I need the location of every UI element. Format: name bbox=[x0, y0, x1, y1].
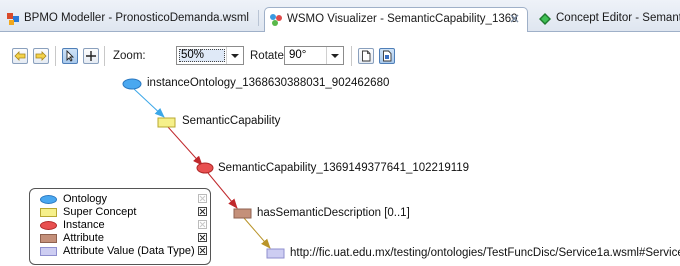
legend-label: Ontology bbox=[63, 193, 108, 205]
ontology-node-label[interactable]: instanceOntology_1368630388031_902462680 bbox=[147, 77, 389, 89]
super-concept-node-label[interactable]: SemanticCapability bbox=[182, 115, 280, 127]
attribute-node-label[interactable]: hasSemanticDescription [0..1] bbox=[257, 207, 410, 219]
legend-label: Attribute bbox=[63, 232, 104, 244]
checkmark-icon bbox=[199, 247, 206, 254]
legend-item: Ontology bbox=[40, 193, 208, 205]
unchecked-icon bbox=[199, 221, 206, 228]
checkmark-icon bbox=[199, 234, 206, 241]
ontology-node[interactable] bbox=[122, 78, 142, 90]
instance-node[interactable] bbox=[196, 162, 214, 174]
legend-swatch bbox=[40, 234, 57, 243]
legend-label: Instance bbox=[63, 219, 105, 231]
edge-attribute-to-value bbox=[243, 217, 271, 249]
wsmo-visualizer-window: BPMO Modeller - PronosticoDemanda.wsml W… bbox=[0, 0, 680, 266]
attribute-node[interactable] bbox=[233, 208, 252, 219]
legend-visibility-checkbox[interactable] bbox=[198, 233, 207, 242]
legend-swatch bbox=[40, 195, 57, 204]
legend-panel: Ontology Super Concept Instance Attribute At… bbox=[29, 188, 211, 265]
legend-visibility-checkbox[interactable] bbox=[198, 194, 207, 203]
legend-swatch bbox=[40, 221, 57, 230]
super-concept-node[interactable] bbox=[157, 117, 176, 128]
checkmark-icon bbox=[199, 208, 206, 215]
legend-swatch bbox=[40, 208, 57, 217]
legend-visibility-checkbox[interactable] bbox=[198, 207, 207, 216]
legend-item: Super Concept bbox=[40, 206, 208, 218]
legend-label: Attribute Value (Data Type) bbox=[63, 245, 195, 257]
legend-visibility-checkbox[interactable] bbox=[198, 246, 207, 255]
attribute-value-node[interactable] bbox=[266, 248, 285, 259]
legend-item: Attribute bbox=[40, 232, 208, 244]
legend-swatch bbox=[40, 247, 57, 256]
edge-instance-to-attribute bbox=[207, 172, 238, 209]
instance-node-label[interactable]: SemanticCapability_1369149377641_1022191… bbox=[218, 162, 469, 174]
legend-item: Attribute Value (Data Type) bbox=[40, 245, 208, 257]
unchecked-icon bbox=[199, 195, 206, 202]
legend-item: Instance bbox=[40, 219, 208, 231]
legend-visibility-checkbox[interactable] bbox=[198, 220, 207, 229]
legend-label: Super Concept bbox=[63, 206, 137, 218]
edge-concept-to-instance bbox=[167, 126, 203, 166]
attribute-value-node-label[interactable]: http://fic.uat.edu.mx/testing/ontologies… bbox=[290, 247, 680, 259]
edge-ontology-to-concept bbox=[133, 88, 165, 118]
